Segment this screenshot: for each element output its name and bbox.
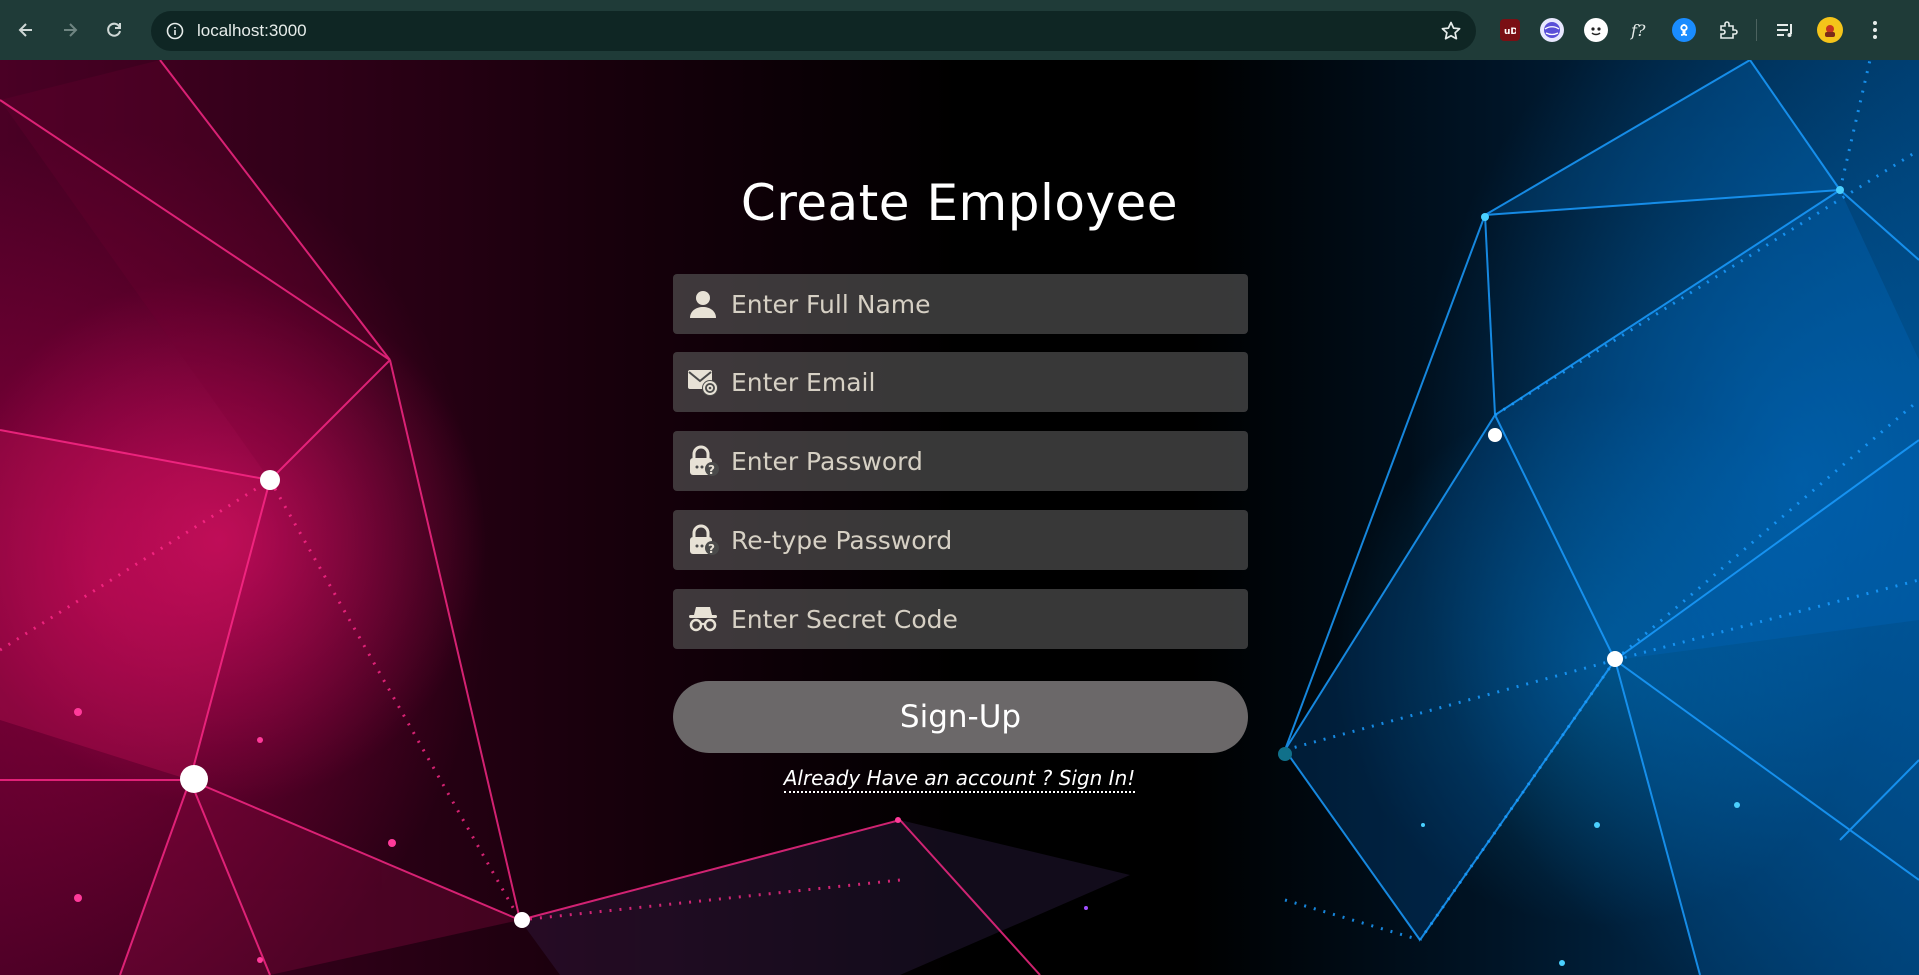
email-field[interactable]: [673, 352, 1248, 412]
full-name-input[interactable]: [731, 274, 1248, 334]
spy-icon: [685, 601, 721, 637]
url-text: localhost:3000: [197, 21, 307, 40]
ublock-icon[interactable]: uD: [1500, 19, 1520, 41]
reload-icon: [107, 22, 121, 37]
avatar-extension-icon[interactable]: [1584, 18, 1608, 42]
extensions-area: uD f?: [1490, 0, 1897, 60]
secret-code-field[interactable]: [673, 589, 1248, 649]
lock-icon: ?: [685, 522, 721, 558]
svg-text:uD: uD: [1504, 27, 1516, 35]
svg-text:f?: f?: [1630, 21, 1646, 40]
lock-icon: ?: [685, 443, 721, 479]
full-name-field[interactable]: [673, 274, 1248, 334]
secret-code-input[interactable]: [731, 589, 1248, 649]
page-background: Create Employee ? ? Sign-Up Alr: [0, 60, 1919, 975]
bookmark-star-icon[interactable]: [1440, 20, 1462, 46]
address-bar[interactable]: localhost:3000: [151, 11, 1476, 51]
media-queue-icon[interactable]: [1773, 18, 1797, 42]
sign-up-button[interactable]: Sign-Up: [673, 681, 1248, 753]
sign-in-link-row: Already Have an account ? Sign In!: [0, 766, 1919, 793]
browser-toolbar: localhost:3000 uD f?: [0, 0, 1919, 60]
retype-password-field[interactable]: ?: [673, 510, 1248, 570]
email-input[interactable]: [731, 352, 1248, 412]
svg-text:?: ?: [708, 542, 715, 556]
toolbar-divider: [1756, 19, 1757, 41]
site-info-icon[interactable]: [165, 21, 185, 41]
shazam-icon[interactable]: [1672, 18, 1696, 42]
svg-text:?: ?: [708, 463, 715, 477]
email-icon: [685, 364, 721, 400]
globe-extension-icon[interactable]: [1540, 18, 1564, 42]
menu-dots-icon[interactable]: [1863, 18, 1887, 42]
reload-button[interactable]: [96, 12, 132, 48]
arrow-left-icon: [18, 23, 32, 37]
sign-in-link[interactable]: Already Have an account ? Sign In!: [783, 766, 1136, 793]
password-field[interactable]: ?: [673, 431, 1248, 491]
font-finder-icon[interactable]: f?: [1628, 18, 1652, 42]
retype-password-input[interactable]: [731, 510, 1248, 570]
back-button[interactable]: [8, 12, 44, 48]
forward-button[interactable]: [52, 12, 88, 48]
password-input[interactable]: [731, 431, 1248, 491]
user-icon: [685, 286, 721, 322]
puzzle-icon[interactable]: [1716, 18, 1740, 42]
profile-avatar[interactable]: [1817, 17, 1843, 43]
arrow-right-icon: [64, 23, 78, 37]
page-title: Create Employee: [740, 174, 1179, 232]
